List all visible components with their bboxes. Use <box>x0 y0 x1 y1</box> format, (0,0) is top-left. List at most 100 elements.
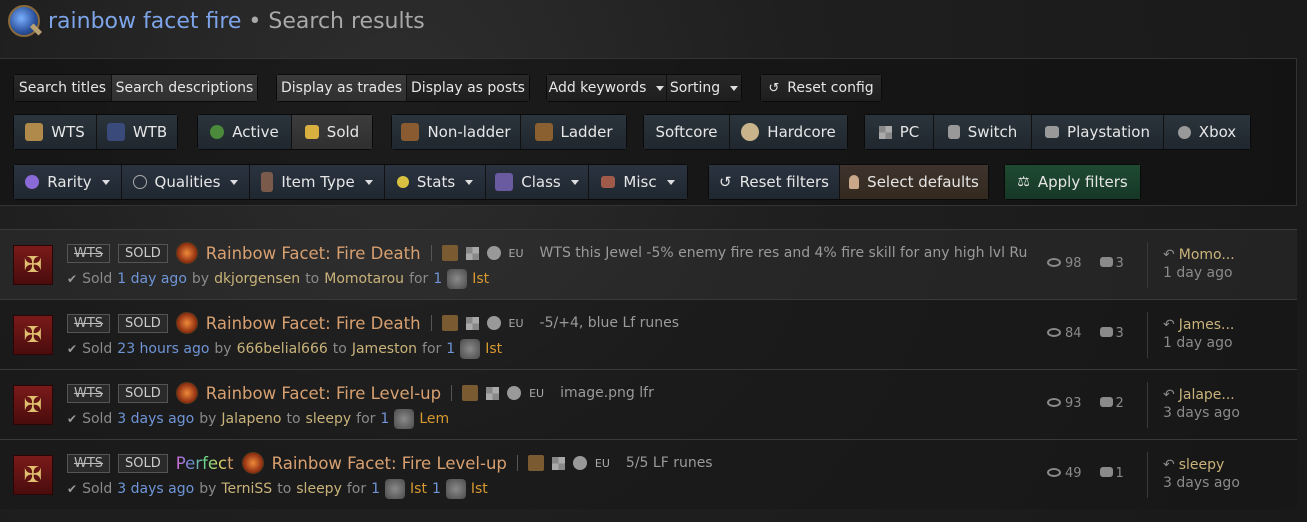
rune-icon <box>447 269 468 289</box>
add-keywords-dropdown[interactable]: Add keywords <box>547 75 667 101</box>
softcore-toggle[interactable]: Softcore <box>644 115 730 149</box>
sorting-dropdown[interactable]: Sorting <box>667 75 741 101</box>
region-label: EU <box>508 246 524 260</box>
xbox-toggle[interactable]: Xbox <box>1164 115 1250 149</box>
trade-title-line: WTS SOLD Rainbow Facet: Fire Death EU -5… <box>67 312 679 334</box>
item-type-dropdown[interactable]: Item Type <box>250 165 385 199</box>
qualities-dropdown[interactable]: Qualities <box>122 165 250 199</box>
buyer-link[interactable]: Momotarou <box>324 271 404 287</box>
ladder-toggle[interactable]: Ladder <box>521 115 626 149</box>
price-qty: 1 <box>433 271 443 287</box>
trade-stats: 84 3 <box>1047 326 1124 341</box>
buyer-link[interactable]: sleepy <box>306 411 352 427</box>
active-toggle[interactable]: Active <box>198 115 292 149</box>
trade-stats: 93 2 <box>1047 396 1124 411</box>
playstation-toggle[interactable]: Playstation <box>1032 115 1164 149</box>
last-reply-user[interactable]: Jalape... <box>1179 387 1235 403</box>
rune-icon <box>394 409 415 429</box>
search-titles-button[interactable]: Search titles <box>14 75 112 101</box>
sold-toggle[interactable]: Sold <box>292 115 372 149</box>
chevron-down-icon <box>570 179 579 185</box>
price-qty: 1 <box>380 411 390 427</box>
table-row[interactable]: ✠ WTS SOLD Rainbow Facet: Fire Death EU … <box>0 299 1297 369</box>
class-dropdown[interactable]: Class <box>486 165 589 199</box>
platform-group: PC Switch Playstation Xbox <box>865 115 1250 149</box>
display-as-posts-button[interactable]: Display as posts <box>407 75 529 101</box>
last-reply-user[interactable]: James... <box>1179 317 1235 333</box>
apply-filters-button[interactable]: ⚖ Apply filters <box>1005 165 1140 199</box>
wtb-label: WTB <box>132 123 168 141</box>
search-term-link[interactable]: rainbow facet fire <box>48 9 241 34</box>
table-row[interactable]: ✠ WTS SOLD Rainbow Facet: Fire Level-up … <box>0 369 1297 439</box>
sparkle-icon <box>396 176 409 188</box>
switch-toggle[interactable]: Switch <box>934 115 1032 149</box>
region-label: EU <box>529 386 545 400</box>
seller-link[interactable]: 666belial666 <box>237 341 328 357</box>
to-label: to <box>277 481 292 497</box>
search-descriptions-button[interactable]: Search descriptions <box>112 75 257 101</box>
seller-link[interactable]: TerniSS <box>221 481 272 497</box>
item-name-link[interactable]: Rainbow Facet: Fire Death <box>206 314 421 333</box>
globe-icon <box>486 316 501 330</box>
item-thumbnail[interactable]: ✠ <box>13 455 53 495</box>
sold-time[interactable]: 3 days ago <box>117 481 194 497</box>
site-logo-icon[interactable] <box>8 5 40 37</box>
rune-name[interactable]: Ist <box>485 341 502 357</box>
select-defaults-button[interactable]: Select defaults <box>840 165 988 199</box>
table-row[interactable]: ✠ WTS SOLD Rainbow Facet: Fire Death EU … <box>0 229 1297 299</box>
item-name-link[interactable]: Rainbow Facet: Fire Level-up <box>272 454 507 473</box>
rune-name[interactable]: Ist <box>471 481 488 497</box>
windows-icon <box>465 246 479 260</box>
seller-link[interactable]: Jalapeno <box>221 411 281 427</box>
display-as-trades-button[interactable]: Display as trades <box>277 75 407 101</box>
buyer-link[interactable]: sleepy <box>296 481 342 497</box>
rune-name[interactable]: Lem <box>419 411 449 427</box>
chevron-down-icon <box>101 179 110 185</box>
divider <box>1147 452 1148 498</box>
item-thumbnail[interactable]: ✠ <box>13 385 53 425</box>
item-thumbnail[interactable]: ✠ <box>13 315 53 355</box>
hardcore-toggle[interactable]: Hardcore <box>730 115 847 149</box>
table-row[interactable]: ✠ WTS SOLD Perfect Rainbow Facet: Fire L… <box>0 439 1297 509</box>
last-reply-time: 3 days ago <box>1163 405 1240 421</box>
rune-name[interactable]: Ist <box>472 271 489 287</box>
views-value: 49 <box>1065 466 1082 481</box>
sold-label: Sold <box>82 481 113 497</box>
for-label: for <box>346 481 367 497</box>
last-reply-user[interactable]: Momo... <box>1179 247 1235 263</box>
rune-name[interactable]: Ist <box>410 481 427 497</box>
stats-dropdown[interactable]: Stats <box>385 165 486 199</box>
reset-config-button[interactable]: ↺ Reset config <box>761 75 881 101</box>
person-icon <box>849 175 860 189</box>
non-ladder-toggle[interactable]: Non-ladder <box>392 115 521 149</box>
for-label: for <box>422 341 442 357</box>
sold-time[interactable]: 1 day ago <box>117 271 187 287</box>
sold-time[interactable]: 3 days ago <box>117 411 194 427</box>
rarity-dropdown[interactable]: Rarity <box>14 165 122 199</box>
sold-time[interactable]: 23 hours ago <box>117 341 209 357</box>
undo-icon: ↺ <box>719 173 732 191</box>
wts-toggle[interactable]: WTS <box>14 115 97 149</box>
seller-icon <box>25 123 44 141</box>
price-qty: 1 <box>446 341 456 357</box>
seller-link[interactable]: dkjorgensen <box>214 271 300 287</box>
item-thumbnail[interactable]: ✠ <box>13 245 53 285</box>
reset-filters-button[interactable]: ↺ Reset filters <box>709 165 840 199</box>
divider <box>516 455 518 471</box>
wtb-toggle[interactable]: WTB <box>97 115 177 149</box>
last-reply-time: 3 days ago <box>1163 475 1240 491</box>
chevron-down-icon <box>364 179 373 185</box>
pc-toggle[interactable]: PC <box>865 115 934 149</box>
trade-description: 5/5 LF runes <box>625 455 713 471</box>
sold-label: Sold <box>326 123 360 141</box>
item-name-link[interactable]: Rainbow Facet: Fire Death <box>206 244 421 263</box>
item-name-link[interactable]: Rainbow Facet: Fire Level-up <box>206 384 441 403</box>
apply-filters-label: Apply filters <box>1037 173 1128 191</box>
wts-tag: WTS <box>67 383 111 403</box>
last-reply-user[interactable]: sleepy <box>1179 457 1225 473</box>
buyer-link[interactable]: Jameston <box>352 341 417 357</box>
chevron-down-icon <box>230 179 239 185</box>
misc-dropdown[interactable]: Misc <box>589 165 687 199</box>
page-header: rainbow facet fire • Search results <box>8 4 425 38</box>
windows-icon <box>486 386 500 400</box>
